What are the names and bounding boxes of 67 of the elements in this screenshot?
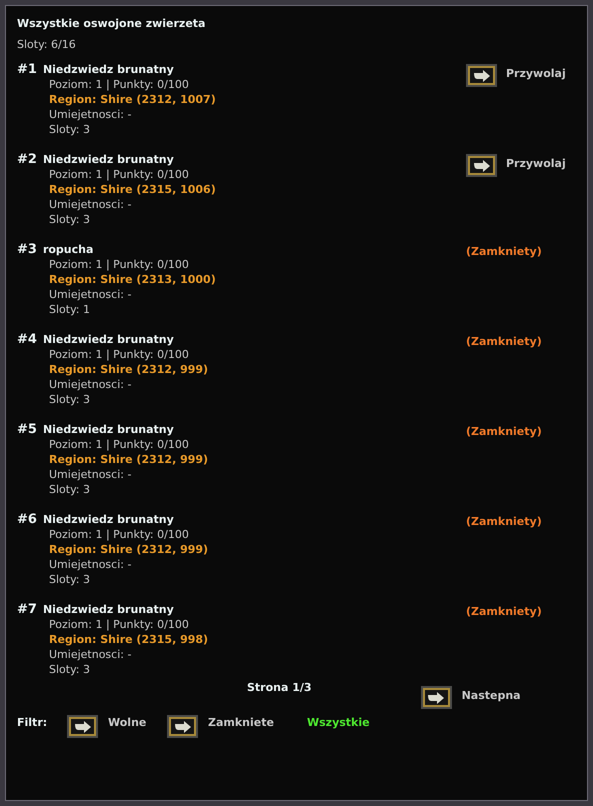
pet-skills: Umiejetnosci: -	[49, 557, 132, 572]
pet-stats: Poziom: 1 | Punkty: 0/100	[49, 347, 190, 362]
pet-name: Niedzwiedz brunatny	[42, 512, 174, 527]
window-title: Wszystkie oswojone zwierzeta	[17, 16, 206, 31]
pet-stats: Poziom: 1 | Punkty: 0/100	[49, 617, 190, 632]
pet-number: #4	[17, 332, 37, 347]
pet-number: #2	[17, 152, 37, 167]
filter-option[interactable]: Zamkniete	[208, 715, 274, 732]
locked-status: (Zamkniety)	[466, 605, 542, 618]
filter-option[interactable]: Wszystkie	[307, 715, 370, 732]
pet-slots: Sloty: 3	[49, 662, 466, 677]
pet-number: #6	[17, 512, 37, 527]
pet-name: ropucha	[42, 242, 94, 257]
pet-number: #5	[17, 422, 37, 437]
pet-skills: Umiejetnosci: -	[49, 107, 132, 122]
pet-slots: Sloty: 3	[49, 212, 466, 227]
pet-region: Region: Shire (2313, 1000)	[49, 272, 216, 287]
pet-slots: Sloty: 3	[49, 482, 466, 497]
pet-slots: Sloty: 3	[49, 392, 466, 407]
pet-skills: Umiejetnosci: -	[49, 467, 132, 482]
pet-name: Niedzwiedz brunatny	[42, 152, 174, 167]
next-page-button[interactable]	[420, 686, 452, 709]
filter-label: Filtr:	[17, 715, 48, 731]
page-indicator: Strona 1/3	[247, 680, 312, 696]
pet-stats: Poziom: 1 | Punkty: 0/100	[49, 167, 190, 182]
pet-region: Region: Shire (2312, 1007)	[49, 92, 216, 107]
pet-number: #3	[17, 242, 37, 257]
slots-count: Sloty: 6/16	[17, 37, 76, 52]
arrow-icon	[174, 720, 192, 732]
arrow-icon	[74, 720, 92, 732]
summon-button[interactable]	[466, 64, 497, 87]
locked-status: (Zamkniety)	[466, 425, 542, 438]
next-page-label[interactable]: Nastepna	[462, 686, 521, 704]
pet-name: Niedzwiedz brunatny	[42, 62, 174, 77]
locked-status: (Zamkniety)	[466, 515, 542, 528]
pet-name: Niedzwiedz brunatny	[42, 422, 174, 437]
pet-stats: Poziom: 1 | Punkty: 0/100	[49, 77, 190, 92]
filter-button[interactable]	[167, 715, 198, 738]
filter-option[interactable]: Wolne	[108, 715, 146, 732]
pet-name: Niedzwiedz brunatny	[42, 602, 174, 617]
pet-stats: Poziom: 1 | Punkty: 0/100	[49, 527, 190, 542]
summon-label[interactable]: Przywolaj	[506, 64, 566, 82]
pet-skills: Umiejetnosci: -	[49, 647, 132, 662]
arrow-icon	[472, 70, 490, 82]
pet-name: Niedzwiedz brunatny	[42, 332, 174, 347]
pet-stats: Poziom: 1 | Punkty: 0/100	[49, 437, 190, 452]
pet-region: Region: Shire (2312, 999)	[49, 362, 208, 377]
arrow-icon	[472, 160, 490, 172]
pet-region: Region: Shire (2315, 1006)	[49, 182, 216, 197]
locked-status: (Zamkniety)	[466, 245, 542, 258]
pet-number: #7	[17, 602, 37, 617]
pet-skills: Umiejetnosci: -	[49, 287, 132, 302]
pet-skills: Umiejetnosci: -	[49, 377, 132, 392]
arrow-icon	[427, 692, 446, 704]
pet-stats: Poziom: 1 | Punkty: 0/100	[49, 257, 190, 272]
summon-button[interactable]	[466, 154, 497, 177]
filter-button[interactable]	[67, 715, 98, 738]
pet-slots: Sloty: 3	[49, 572, 466, 587]
summon-label[interactable]: Przywolaj	[506, 154, 566, 172]
pet-region: Region: Shire (2312, 999)	[49, 452, 208, 467]
pet-slots: Sloty: 1	[49, 302, 466, 317]
pet-region: Region: Shire (2312, 999)	[49, 542, 208, 557]
pet-region: Region: Shire (2315, 998)	[49, 632, 208, 647]
pet-slots: Sloty: 3	[49, 122, 466, 137]
locked-status: (Zamkniety)	[466, 335, 542, 348]
pet-number: #1	[17, 62, 37, 77]
pet-skills: Umiejetnosci: -	[49, 197, 132, 212]
